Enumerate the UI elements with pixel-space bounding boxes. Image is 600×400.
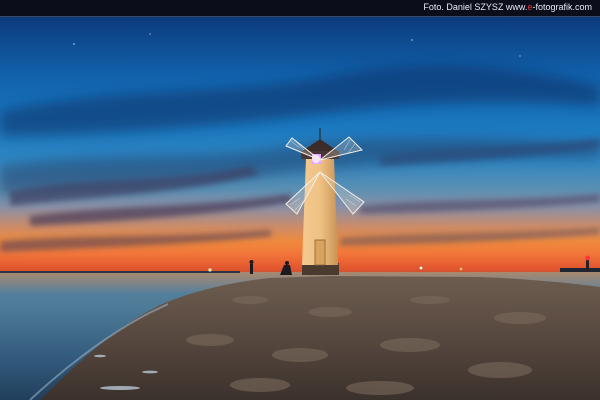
photo-scene: Foto. Daniel SZYSZ www.e-fotografik.com	[0, 0, 600, 400]
windmill-icon	[285, 128, 365, 275]
photo-credit: Foto. Daniel SZYSZ www.e-fotografik.com	[423, 2, 592, 12]
photo-credit-bar: Foto. Daniel SZYSZ www.e-fotografik.com	[0, 0, 600, 17]
credit-prefix: Foto. Daniel SZYSZ www.	[423, 2, 528, 12]
credit-suffix: -fotografik.com	[532, 2, 592, 12]
